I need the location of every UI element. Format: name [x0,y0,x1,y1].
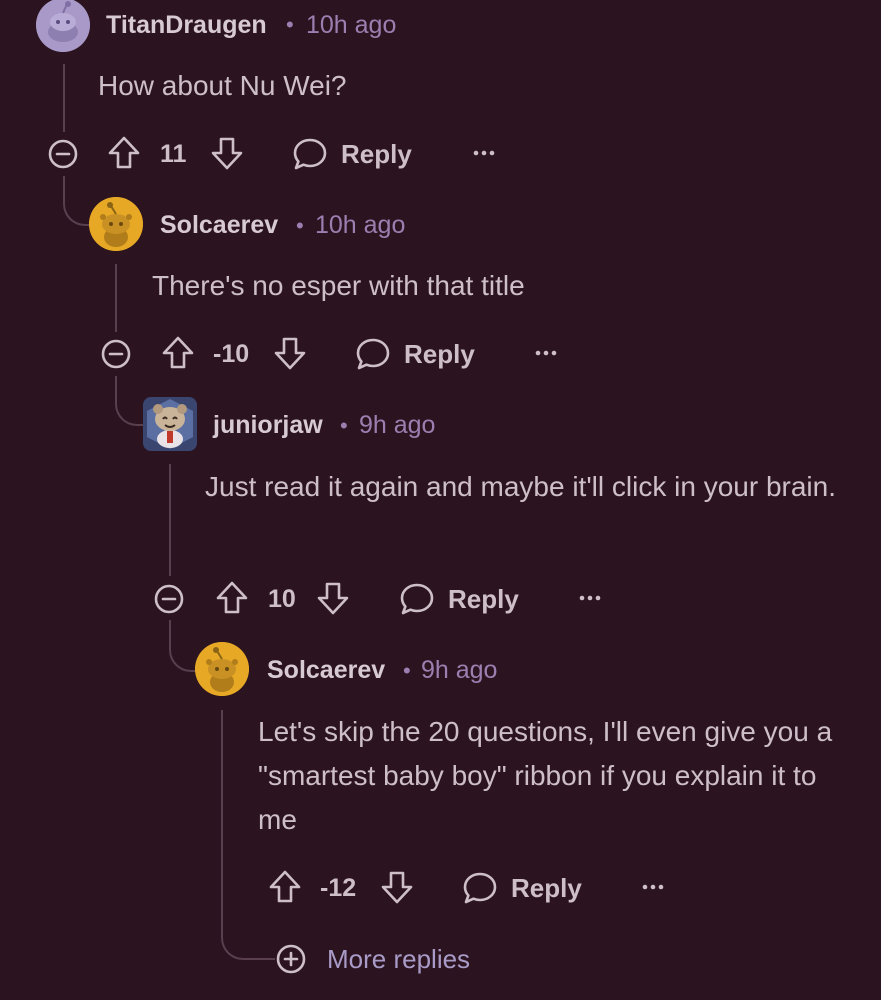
comment-body: How about Nu Wei? [98,70,347,101]
comment-thread: TitanDraugen • 10h ago How about Nu Wei?… [0,0,881,1000]
upvote-icon[interactable] [107,135,141,171]
downvote-icon[interactable] [316,580,350,616]
comment-body: There's no esper with that title [152,270,525,301]
comment-username[interactable]: TitanDraugen [106,11,267,40]
snoo-avatar-icon [195,642,249,696]
thread-line[interactable] [221,710,223,860]
reply-button[interactable]: Reply [341,139,412,170]
reply-button[interactable]: Reply [448,584,519,615]
comment-timestamp: 10h ago [306,11,397,39]
vote-score: 10 [268,585,296,613]
reply-icon[interactable] [355,336,391,372]
comment-username[interactable]: juniorjaw [213,411,323,440]
meta-separator: • [403,658,411,683]
thread-line[interactable] [63,64,65,132]
meta-separator: • [286,12,294,37]
reply-icon[interactable] [399,581,435,617]
downvote-icon[interactable] [380,869,414,905]
more-options-icon[interactable] [534,348,558,358]
reply-icon[interactable] [462,870,498,906]
more-options-icon[interactable] [641,882,665,892]
reply-button[interactable]: Reply [511,873,582,904]
reply-button[interactable]: Reply [404,339,475,370]
collapse-icon[interactable] [153,583,185,615]
upvote-icon[interactable] [268,869,302,905]
meta-separator: • [296,213,304,238]
downvote-icon[interactable] [210,135,244,171]
more-options-icon[interactable] [472,148,496,158]
more-replies-link[interactable]: More replies [327,944,470,975]
reply-icon[interactable] [292,136,328,172]
collapse-icon[interactable] [47,138,79,170]
comment-timestamp: 9h ago [421,656,498,684]
vote-score: -12 [320,874,357,902]
vote-score: 11 [160,140,187,168]
upvote-icon[interactable] [161,335,195,371]
meta-separator: • [340,413,348,438]
more-options-icon[interactable] [578,593,602,603]
vote-score: -10 [213,340,250,368]
downvote-icon[interactable] [273,335,307,371]
expand-plus-icon[interactable] [275,943,307,975]
comment-body: Just read it again and maybe it'll click… [205,471,836,502]
avatar[interactable] [36,0,90,52]
thread-line[interactable] [115,264,117,332]
snoo-avatar-icon [89,197,143,251]
thread-line[interactable] [221,858,275,960]
avatar[interactable] [143,397,197,451]
comment-username[interactable]: Solcaerev [267,656,385,685]
comment-timestamp: 10h ago [315,211,406,239]
upvote-icon[interactable] [215,580,249,616]
snoo-avatar-icon [36,0,90,52]
comment-username[interactable]: Solcaerev [160,211,278,240]
avatar[interactable] [89,197,143,251]
avatar[interactable] [195,642,249,696]
custom-avatar-icon [147,399,193,449]
thread-line[interactable] [169,464,171,576]
collapse-icon[interactable] [100,338,132,370]
comment-timestamp: 9h ago [359,411,436,439]
comment-body: Let's skip the 20 questions, I'll even g… [258,716,833,835]
